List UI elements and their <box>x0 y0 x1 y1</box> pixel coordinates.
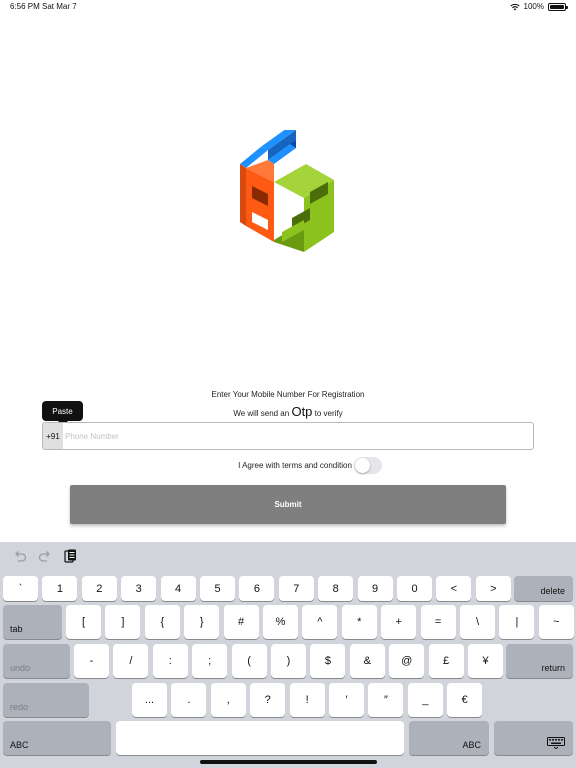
key[interactable]: ] <box>105 605 141 639</box>
battery-icon <box>548 2 568 11</box>
keyboard: ` 1 2 3 4 5 6 7 8 9 0 < > delete tab []{} #% ^ * + = \ | ~ u… <box>0 542 576 768</box>
wifi-icon <box>509 3 520 10</box>
key[interactable]: 2 <box>81 576 117 601</box>
keyboard-hide-icon <box>547 737 565 749</box>
undo-label: undo <box>10 663 31 673</box>
key[interactable]: ` <box>3 576 38 601</box>
key[interactable]: 9 <box>357 576 393 601</box>
terms-row: I Agree with terms and condition <box>0 456 576 474</box>
key[interactable]: £ <box>428 644 464 678</box>
key[interactable]: 4 <box>160 576 196 601</box>
tab-key[interactable]: tab <box>3 605 62 639</box>
home-indicator <box>200 760 377 764</box>
undo-icon[interactable] <box>12 548 28 564</box>
redo-key[interactable]: redo <box>3 683 89 717</box>
instruction-prefix: We will send an <box>233 409 290 418</box>
abc-right-key[interactable]: ABC <box>409 721 489 755</box>
key[interactable]: < <box>436 576 472 601</box>
terms-label: I Agree with terms and condition <box>238 460 352 470</box>
key[interactable]: : <box>152 644 188 678</box>
abc-right-label: ABC <box>462 740 481 750</box>
keyboard-toolbar <box>0 542 576 572</box>
submit-button[interactable]: Submit <box>70 485 506 524</box>
key[interactable]: ; <box>192 644 228 678</box>
key[interactable]: 0 <box>397 576 432 601</box>
key[interactable]: ^ <box>302 605 338 639</box>
key[interactable]: , <box>210 683 246 717</box>
abc-left-label: ABC <box>10 740 29 750</box>
clipboard-icon[interactable] <box>62 548 78 564</box>
key[interactable]: + <box>381 605 417 639</box>
battery-percent: 100% <box>523 2 544 11</box>
delete-label: delete <box>540 586 565 596</box>
hide-keyboard-key[interactable] <box>494 721 573 755</box>
key[interactable]: { <box>144 605 180 639</box>
paste-button[interactable]: Paste <box>42 401 83 426</box>
key[interactable]: - <box>74 644 109 678</box>
key[interactable]: ... <box>132 683 167 717</box>
return-label: return <box>541 663 565 673</box>
key[interactable]: @ <box>389 644 425 678</box>
status-time: 6:56 PM <box>10 2 40 11</box>
status-indicators: 100% <box>509 2 568 11</box>
instruction-suffix: to verify <box>314 409 343 418</box>
key[interactable]: 7 <box>278 576 314 601</box>
key[interactable]: ¥ <box>468 644 503 678</box>
key[interactable]: _ <box>407 683 443 717</box>
instruction-subtitle: We will send an Otp to verify <box>0 404 576 419</box>
key[interactable]: ′ <box>329 683 364 717</box>
redo-icon[interactable] <box>37 548 53 564</box>
key[interactable]: > <box>475 576 511 601</box>
key[interactable]: / <box>113 644 149 678</box>
terms-toggle[interactable] <box>353 456 382 474</box>
instruction-title: Enter Your Mobile Number For Registratio… <box>211 390 365 399</box>
delete-key[interactable]: delete <box>514 576 573 601</box>
key[interactable]: ″ <box>368 683 404 717</box>
app-logo <box>240 130 334 252</box>
key[interactable]: & <box>349 644 385 678</box>
redo-label: redo <box>10 702 29 712</box>
key[interactable]: \ <box>460 605 495 639</box>
instruction-otp: Otp <box>291 404 313 419</box>
key[interactable]: € <box>447 683 483 717</box>
toggle-knob <box>354 457 370 473</box>
key[interactable]: $ <box>310 644 346 678</box>
space-key[interactable] <box>116 721 404 755</box>
key[interactable]: 1 <box>42 576 78 601</box>
key[interactable]: ! <box>289 683 325 717</box>
tab-label: tab <box>10 624 23 634</box>
key[interactable]: 8 <box>318 576 354 601</box>
status-bar: 6:56 PM Sat Mar 7 100% <box>0 0 576 14</box>
key[interactable]: = <box>420 605 456 639</box>
key[interactable]: 6 <box>239 576 275 601</box>
phone-input[interactable] <box>63 423 533 449</box>
phone-field: +91 <box>42 422 534 450</box>
country-code[interactable]: +91 <box>43 423 63 449</box>
key[interactable]: . <box>171 683 207 717</box>
key[interactable]: ) <box>271 644 306 678</box>
key[interactable]: 3 <box>121 576 157 601</box>
key[interactable]: * <box>341 605 377 639</box>
key[interactable]: 5 <box>200 576 235 601</box>
key[interactable]: ( <box>231 644 267 678</box>
abc-left-key[interactable]: ABC <box>3 721 111 755</box>
app-screen: 6:56 PM Sat Mar 7 100% Enter Your Mobile… <box>0 0 576 768</box>
key[interactable]: ? <box>250 683 286 717</box>
key[interactable]: ~ <box>538 605 574 639</box>
key[interactable]: } <box>184 605 220 639</box>
return-key[interactable]: return <box>506 644 573 678</box>
key[interactable]: % <box>263 605 298 639</box>
undo-key[interactable]: undo <box>3 644 70 678</box>
key[interactable]: [ <box>66 605 101 639</box>
key[interactable]: # <box>223 605 259 639</box>
key[interactable]: | <box>499 605 535 639</box>
status-date: Sat Mar 7 <box>42 2 77 11</box>
